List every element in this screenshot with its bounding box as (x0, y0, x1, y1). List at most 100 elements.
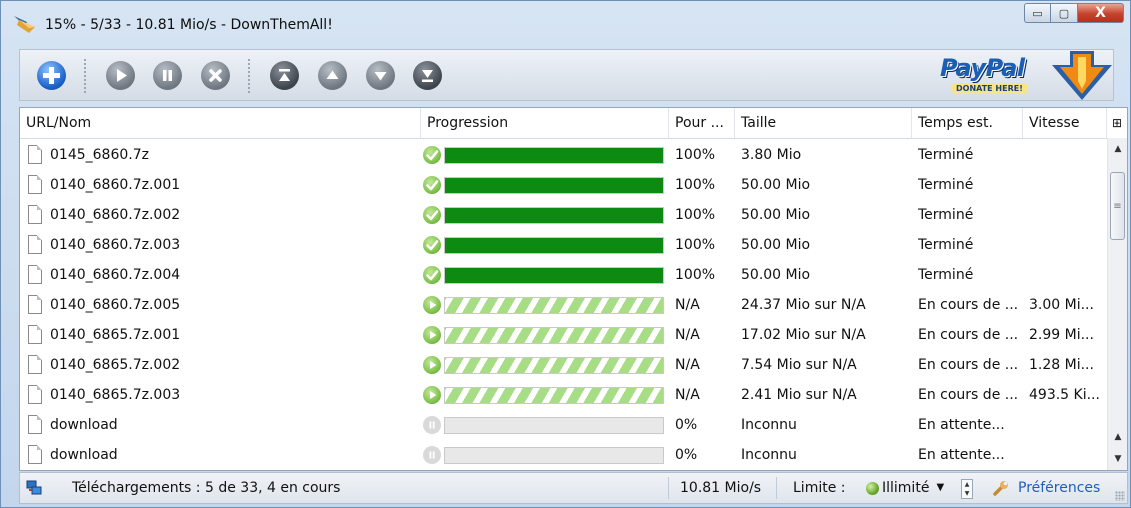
check-icon (423, 146, 441, 164)
toolbar-separator (84, 58, 86, 94)
check-icon (423, 206, 441, 224)
download-row[interactable]: 0140_6860.7z.004 100% 50.00 Mio Terminé (20, 260, 1106, 290)
column-header-progress[interactable]: Progression (421, 108, 669, 138)
toolbar-separator (248, 58, 250, 94)
scrollbar-thumb[interactable]: ≡ (1110, 172, 1125, 240)
download-name: 0140_6865.7z.001 (50, 327, 181, 343)
progress-bar (444, 357, 664, 374)
download-percent: N/A (675, 357, 700, 373)
download-row[interactable]: download 0% Inconnu En attente... (20, 410, 1106, 440)
paypal-logo: PayPal (940, 54, 1025, 82)
progress-bar (444, 207, 664, 224)
title-bar[interactable]: 15% - 5/33 - 10.81 Mio/s - DownThemAll! … (1, 1, 1130, 45)
queued-pause-icon (423, 446, 441, 464)
check-icon (423, 176, 441, 194)
check-icon (423, 236, 441, 254)
download-row[interactable]: 0140_6860.7z.005 N/A 24.37 Mio sur N/A En c… (20, 290, 1106, 320)
download-row[interactable]: download 0% Inconnu En attente... (20, 440, 1106, 470)
resume-button[interactable] (106, 61, 135, 90)
download-name: 0140_6865.7z.003 (50, 387, 181, 403)
limit-status-icon (866, 481, 879, 495)
download-size: 50.00 Mio (741, 237, 811, 253)
download-row[interactable]: 0140_6865.7z.003 N/A 2.41 Mio sur N/A En co… (20, 380, 1106, 410)
limit-spinner[interactable]: ▲ ▼ (961, 479, 973, 499)
list-header: URL/Nom Progression Pour ... Taille Temp… (20, 108, 1127, 139)
move-bottom-button[interactable] (413, 61, 442, 90)
pause-button[interactable] (153, 61, 182, 90)
download-list[interactable]: URL/Nom Progression Pour ... Taille Temp… (19, 107, 1128, 471)
check-icon (423, 266, 441, 284)
download-speed: 493.5 Ki... (1029, 387, 1100, 403)
move-top-button[interactable] (270, 61, 299, 90)
play-icon (423, 326, 441, 344)
speed-limit-select[interactable]: Illimité ▼ (866, 478, 944, 498)
download-speed: 1.28 Mi... (1029, 357, 1094, 373)
column-header-speed[interactable]: Vitesse (1023, 108, 1107, 138)
file-icon (28, 145, 42, 164)
download-size: 17.02 Mio sur N/A (741, 327, 866, 343)
column-picker-icon[interactable]: ⊞ (1107, 108, 1127, 138)
download-percent: 100% (675, 147, 716, 163)
minimize-button[interactable]: ▭ (1024, 3, 1051, 23)
scroll-up-icon[interactable]: ▲ (1108, 140, 1127, 158)
minimize-icon: ▭ (1032, 6, 1043, 20)
window-title: 15% - 5/33 - 10.81 Mio/s - DownThemAll! (45, 17, 333, 33)
download-size: Inconnu (741, 417, 797, 433)
download-row[interactable]: 0145_6860.7z 100% 3.80 Mio Terminé (20, 140, 1106, 170)
move-up-button[interactable] (318, 61, 347, 90)
download-row[interactable]: 0140_6865.7z.002 N/A 7.54 Mio sur N/A En co… (20, 350, 1106, 380)
download-percent: 100% (675, 177, 716, 193)
progress-bar (444, 297, 664, 314)
cancel-button[interactable] (201, 61, 230, 90)
add-download-button[interactable] (37, 61, 66, 90)
download-eta: En cours de ... (918, 387, 1019, 403)
scroll-down-icon[interactable]: ▼ (1108, 450, 1127, 468)
download-name: download (50, 447, 118, 463)
scroll-up-icon[interactable]: ▲ (1108, 428, 1127, 446)
move-top-icon (279, 69, 290, 81)
download-size: 50.00 Mio (741, 177, 811, 193)
maximize-button[interactable]: ▢ (1051, 3, 1078, 23)
download-eta: En cours de ... (918, 357, 1019, 373)
column-header-percent[interactable]: Pour ... (669, 108, 735, 138)
progress-bar (444, 177, 664, 194)
download-name: download (50, 417, 118, 433)
limit-label: Limite : (793, 480, 846, 496)
column-header-name[interactable]: URL/Nom (20, 108, 421, 138)
download-row[interactable]: 0140_6865.7z.001 N/A 17.02 Mio sur N/A En c… (20, 320, 1106, 350)
donate-arrow-icon (1052, 51, 1112, 100)
file-icon (28, 235, 42, 254)
download-name: 0140_6865.7z.002 (50, 357, 181, 373)
progress-bar (444, 447, 664, 464)
app-logo-icon (14, 16, 35, 33)
download-eta: En attente... (918, 417, 1005, 433)
maximize-icon: ▢ (1058, 6, 1070, 20)
download-eta: Terminé (918, 237, 974, 253)
download-row[interactable]: 0140_6860.7z.003 100% 50.00 Mio Terminé (20, 230, 1106, 260)
resume-icon (117, 69, 127, 82)
download-speed (1029, 200, 1107, 230)
close-button[interactable]: X (1078, 3, 1124, 23)
resize-grip[interactable] (1115, 491, 1125, 501)
download-percent: 100% (675, 267, 716, 283)
preferences-button[interactable]: Préférences (992, 473, 1100, 503)
column-header-eta[interactable]: Temps est. (912, 108, 1023, 138)
move-bottom-icon (422, 70, 433, 82)
vertical-scrollbar[interactable]: ▲ ≡ ▲ ▼ (1107, 138, 1127, 470)
move-down-button[interactable] (366, 61, 395, 90)
download-row[interactable]: 0140_6860.7z.002 100% 50.00 Mio Terminé (20, 200, 1106, 230)
download-percent: 0% (675, 417, 698, 433)
column-header-size[interactable]: Taille (735, 108, 912, 138)
play-icon (423, 296, 441, 314)
move-down-icon (374, 72, 387, 81)
download-size: 2.41 Mio sur N/A (741, 387, 857, 403)
download-row[interactable]: 0140_6860.7z.001 100% 50.00 Mio Terminé (20, 170, 1106, 200)
progress-fill (445, 148, 663, 163)
download-name: 0140_6860.7z.002 (50, 207, 181, 223)
download-name: 0140_6860.7z.004 (50, 267, 181, 283)
paypal-donate-button[interactable]: PayPal DONATE HERE! (930, 51, 1113, 100)
download-speed (1029, 440, 1107, 470)
file-icon (28, 295, 42, 314)
move-up-icon (326, 70, 339, 79)
download-size: 50.00 Mio (741, 207, 811, 223)
